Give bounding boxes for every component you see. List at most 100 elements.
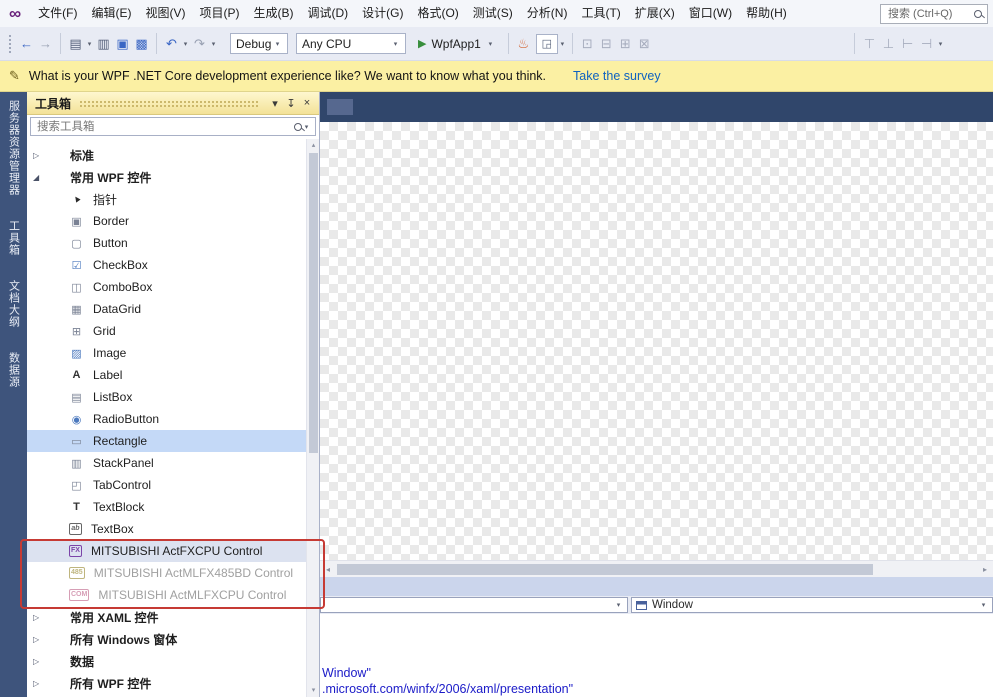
document-tab[interactable] <box>327 99 353 115</box>
toolbox-item[interactable]: T TextBlock <box>27 496 306 518</box>
menu-item[interactable]: 项目(P) <box>192 0 246 27</box>
solution-configuration-combo[interactable]: Debug ▾ <box>230 33 288 54</box>
scroll-up-icon[interactable]: ▴ <box>307 139 320 152</box>
toolbox-item[interactable]: ☑ CheckBox <box>27 254 306 276</box>
toolbox-item[interactable]: ◉ RadioButton <box>27 408 306 430</box>
toolbox-item[interactable]: ◢ 常用 WPF 控件 <box>27 166 306 188</box>
toolbox-panel: 工具箱 ▾ ↧ × ▾ ▷ 标准 <box>27 92 320 697</box>
toolbox-item[interactable]: 485 MITSUBISHI ActMLFX485BD Control <box>27 562 306 584</box>
toolbox-item[interactable]: ▷ 数据 <box>27 650 306 672</box>
designer-xaml-splitter[interactable] <box>320 577 993 596</box>
toolbox-item[interactable]: ▷ 标准 <box>27 144 306 166</box>
document-outline-combo[interactable]: ▾ <box>320 597 628 613</box>
xaml-editor[interactable]: Window".microsoft.com/winfx/2006/xaml/pr… <box>320 614 993 697</box>
save-icon[interactable]: ▣ <box>113 33 132 55</box>
hot-reload-icon[interactable]: ♨ <box>514 33 533 55</box>
side-tab[interactable]: 数据源 <box>6 352 22 388</box>
break-all-icon[interactable]: ⊠ <box>635 33 654 55</box>
side-tab[interactable]: 文档大纲 <box>6 280 22 328</box>
toolbox-search-input[interactable] <box>35 120 291 134</box>
scroll-down-icon[interactable]: ▾ <box>307 684 320 697</box>
menu-item[interactable]: 扩展(X) <box>628 0 682 27</box>
menu-item[interactable]: 工具(T) <box>574 0 627 27</box>
window-position-icon[interactable]: ▾ <box>267 97 283 110</box>
redo-icon[interactable]: ↷ <box>190 33 209 55</box>
menu-item[interactable]: 设计(G) <box>355 0 410 27</box>
toolbox-item[interactable]: ▥ StackPanel <box>27 452 306 474</box>
design-surface[interactable] <box>320 122 993 560</box>
toolbox-item[interactable]: ► 指针 <box>27 188 306 210</box>
menu-item[interactable]: 生成(B) <box>246 0 300 27</box>
pin-icon[interactable]: ↧ <box>283 97 299 110</box>
save-all-icon[interactable]: ▩ <box>132 33 151 55</box>
scrollbar-thumb[interactable] <box>309 153 318 453</box>
toolbox-item[interactable]: ◫ ComboBox <box>27 276 306 298</box>
align-bottoms-icon[interactable]: ⊥ <box>879 33 898 55</box>
menu-item[interactable]: 窗口(W) <box>682 0 739 27</box>
quick-search-input[interactable] <box>886 7 971 21</box>
side-tab[interactable]: 工具箱 <box>6 220 22 256</box>
toolbox-item[interactable]: ▷ 所有 WPF 控件 <box>27 672 306 694</box>
toolbar-overflow-icon[interactable]: ▾ <box>936 40 945 48</box>
menu-item[interactable]: 调试(D) <box>300 0 355 27</box>
menu-item[interactable]: 编辑(E) <box>84 0 138 27</box>
toolbox-item[interactable]: ▷ 常用 XAML 控件 <box>27 606 306 628</box>
menu-item[interactable]: 测试(S) <box>466 0 520 27</box>
toolbox-item[interactable]: ▦ DataGrid <box>27 298 306 320</box>
toolbox-item-label: DataGrid <box>93 302 141 316</box>
scroll-left-icon[interactable]: ◂ <box>320 561 336 578</box>
menu-item[interactable]: 帮助(H) <box>739 0 794 27</box>
toolbox-scrollbar[interactable]: ▴ ▾ <box>306 139 319 697</box>
toolbox-item[interactable]: ▤ ListBox <box>27 386 306 408</box>
scroll-right-icon[interactable]: ▸ <box>977 561 993 578</box>
chevron-down-icon[interactable]: ▾ <box>181 40 190 48</box>
toolbox-item-label: 所有 WPF 控件 <box>70 675 151 692</box>
step-over-icon[interactable]: ⊟ <box>597 33 616 55</box>
solution-platform-combo[interactable]: Any CPU ▾ <box>296 33 406 54</box>
tool-icon: COM <box>69 589 89 601</box>
toolbox-item[interactable]: ▭ Rectangle <box>27 430 306 452</box>
align-rights-icon[interactable]: ⊣ <box>917 33 936 55</box>
menu-item[interactable]: 分析(N) <box>520 0 575 27</box>
toolbox-item[interactable]: ▢ Button <box>27 232 306 254</box>
toolbox-item-label: RadioButton <box>93 412 159 426</box>
toolbox-item[interactable]: ◰ TabControl <box>27 474 306 496</box>
side-tab[interactable]: 服务器资源管理器 <box>6 100 22 196</box>
undo-icon[interactable]: ↶ <box>162 33 181 55</box>
step-out-icon[interactable]: ⊞ <box>616 33 635 55</box>
close-icon[interactable]: × <box>299 97 315 109</box>
toolbox-search-box[interactable]: ▾ <box>30 117 316 136</box>
toolbar-gripper[interactable] <box>8 34 13 54</box>
toolbox-item[interactable]: COM MITSUBISHI ActMLFXCPU Control <box>27 584 306 606</box>
toolbox-item[interactable]: ▣ Border <box>27 210 306 232</box>
preview-changes-icon[interactable]: ◲ <box>536 34 558 54</box>
quick-search[interactable] <box>880 4 988 24</box>
chevron-down-icon: ▾ <box>273 40 282 48</box>
scrollbar-thumb[interactable] <box>337 564 873 575</box>
align-lefts-icon[interactable]: ⊢ <box>898 33 917 55</box>
chevron-down-icon[interactable]: ▾ <box>209 40 218 48</box>
toolbox-item[interactable]: ab TextBox <box>27 518 306 540</box>
navigate-forward-icon[interactable]: → <box>36 33 55 55</box>
title-bar-grip[interactable] <box>79 100 259 109</box>
chevron-down-icon[interactable]: ▾ <box>85 40 94 48</box>
toolbox-item[interactable]: ⊞ Grid <box>27 320 306 342</box>
take-survey-link[interactable]: Take the survey <box>573 69 661 83</box>
align-tops-icon[interactable]: ⊤ <box>860 33 879 55</box>
navigate-backward-icon[interactable]: ← <box>17 33 36 55</box>
toolbox-item[interactable]: ▷ 所有 Windows 窗体 <box>27 628 306 650</box>
toolbox-item[interactable]: ▨ Image <box>27 342 306 364</box>
designer-horizontal-scrollbar[interactable]: ◂ ▸ <box>320 560 993 577</box>
toolbox-item[interactable]: FX MITSUBISHI ActFXCPU Control <box>27 540 306 562</box>
chevron-down-icon[interactable]: ▾ <box>558 40 567 48</box>
toolbox-item[interactable]: A Label <box>27 364 306 386</box>
menu-item[interactable]: 格式(O) <box>410 0 465 27</box>
step-into-icon[interactable]: ⊡ <box>578 33 597 55</box>
element-combo[interactable]: Window ▾ <box>631 597 993 613</box>
start-debugging-button[interactable]: ▶ WpfApp1 ▾ <box>418 37 495 51</box>
menu-item[interactable]: 视图(V) <box>138 0 192 27</box>
add-new-item-icon[interactable]: ▥ <box>94 33 113 55</box>
menu-item[interactable]: 文件(F) <box>31 0 84 27</box>
toolbox-item-label: Button <box>93 236 128 250</box>
new-project-icon[interactable]: ▤ <box>66 33 85 55</box>
